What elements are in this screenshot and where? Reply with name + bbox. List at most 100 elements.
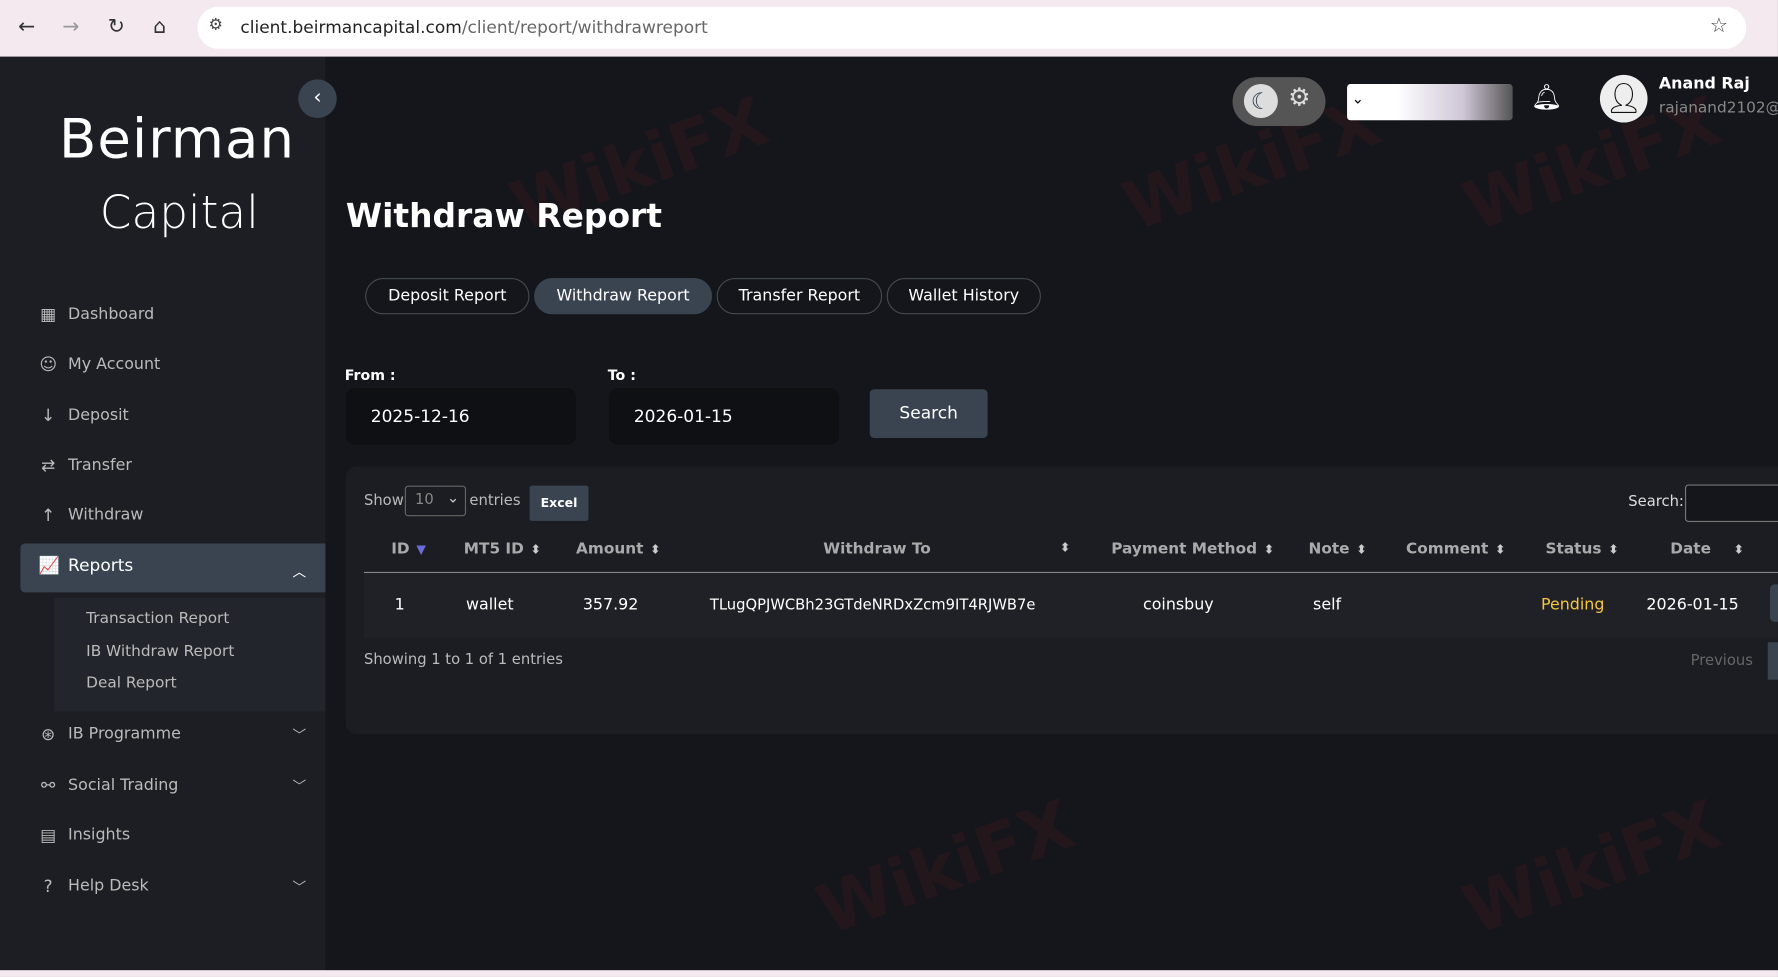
sort-icon: ⬍ [1608,542,1619,558]
tab-withdraw-report[interactable]: Withdraw Report [534,278,713,315]
sort-icon: ⬍ [1263,542,1275,558]
tab-deposit-report[interactable]: Deposit Report [365,278,530,315]
submenu-ib-withdraw-report[interactable]: IB Withdraw Report [86,642,234,660]
to-date-input[interactable]: 2026-01-15 [608,388,840,445]
sidebar-item-insights[interactable]: ▤ Insights [39,825,311,845]
entries-label: entries [469,492,521,510]
label: Note [1308,540,1350,559]
row-action-button[interactable] [1770,584,1778,622]
label: Amount [576,540,644,559]
logo-subtitle: Capital [99,187,259,240]
search-button[interactable]: Search [869,389,988,438]
sidebar-item-reports[interactable]: 📈 Reports ︿ [38,554,311,580]
cell-id: 1 [394,595,405,614]
cell-note: self [1313,595,1342,614]
cell-date: 2026-01-15 [1646,595,1739,614]
sort-icon: ⬍ [1356,542,1367,558]
url-path: /client/report/withdrawreport [461,17,708,38]
entries-select[interactable]: 10 ⌄ [404,485,467,517]
bookmark-star-icon[interactable]: ☆ [1710,14,1728,38]
sort-icon: ⬍ [1733,542,1745,558]
user-icon: ☺ [39,354,58,375]
col-mt5-id[interactable]: MT5 ID ⬍ [464,540,541,558]
label: Date [1670,540,1711,559]
sidebar-item-withdraw[interactable]: ↑ Withdraw [39,505,311,525]
home-icon[interactable]: ⌂ [153,15,166,39]
moon-icon: ☾ [1243,83,1278,119]
tab-transfer-report[interactable]: Transfer Report [716,278,883,315]
arrow-down-icon: ↓ [41,405,56,426]
forward-icon[interactable]: → [62,15,79,39]
submenu-transaction-report[interactable]: Transaction Report [86,609,229,627]
chevron-down-icon: ⌄ [1351,90,1364,108]
collapse-sidebar-button[interactable]: ‹ [298,79,337,119]
sort-desc-icon: ▼ [416,542,427,558]
chevron-up-icon: ︿ [292,563,307,580]
sidebar-item-ib-programme[interactable]: ⊛ IB Programme ﹀ [39,724,311,744]
col-payment-method[interactable]: Payment Method ⬍ [1111,540,1274,558]
chevron-down-icon: ﹀ [292,777,307,794]
status-badge: Pending [1540,595,1605,614]
chevron-down-icon: ﹀ [292,726,307,743]
label: Comment [1406,540,1489,559]
col-withdraw-to[interactable]: Withdraw To ⬍ [823,540,1070,558]
help-icon: ? [43,875,53,897]
label: Status [1545,540,1602,559]
label: IB Programme [68,725,181,744]
entries-value: 10 [415,491,434,509]
account-select[interactable]: ⌄ [1347,83,1513,121]
chevron-down-icon: ﹀ [292,878,307,895]
site-info-icon[interactable]: ⚙ [209,16,223,34]
avatar[interactable]: 👤︎ [1599,74,1648,123]
label: Reports [68,554,134,576]
label: Transfer [68,456,132,475]
table-search-input[interactable] [1684,484,1778,522]
label: Social Trading [68,776,179,795]
excel-export-button[interactable]: Excel [529,485,589,521]
submenu-deal-report[interactable]: Deal Report [86,674,176,692]
address-bar[interactable]: ⚙ client.beirmancapital.com/client/repor… [197,6,1747,49]
back-icon[interactable]: ← [18,15,35,39]
browser-toolbar: ← → ↻ ⌂ ⚙ client.beirmancapital.com/clie… [0,0,1778,57]
sort-icon: ⬍ [530,542,542,558]
label: Dashboard [68,305,155,324]
cell-amount: 357.92 [582,595,639,614]
transfer-icon: ⇄ [41,455,56,476]
label: MT5 ID [463,540,524,559]
sidebar-item-my-account[interactable]: ☺ My Account [39,354,311,374]
show-label: Show [363,492,404,510]
col-amount[interactable]: Amount ⬍ [576,540,661,558]
cell-withdraw-to: TLugQPJWCBh23GTdeNRDxZcm9IT4RJWB7e [709,596,1036,614]
sidebar-item-help-desk[interactable]: ? Help Desk ﹀ [39,876,311,896]
table-info: Showing 1 to 1 of 1 entries [363,651,563,669]
sidebar-item-dashboard[interactable]: ▦ Dashboard [39,304,311,324]
reload-icon[interactable]: ↻ [108,15,125,39]
from-date-input[interactable]: 2025-12-16 [345,388,577,445]
page-button[interactable] [1767,642,1778,680]
sidebar-item-transfer[interactable]: ⇄ Transfer [39,455,311,475]
col-id[interactable]: ID ▼ [391,540,426,558]
watermark: WikiFX [1453,785,1731,951]
sort-icon: ⬍ [650,542,661,558]
ball-icon: ⊛ [41,723,56,745]
news-icon: ▤ [40,824,57,846]
col-date[interactable]: Date ⬍ [1670,540,1744,558]
theme-toggle[interactable]: ☾ ⚙ [1232,77,1326,126]
col-status[interactable]: Status ⬍ [1546,540,1619,558]
bell-icon[interactable]: 🔔︎ [1531,84,1563,112]
page-title: Withdraw Report [345,196,662,235]
arrow-up-icon: ↑ [41,504,56,526]
watermark: WikiFX [807,785,1085,951]
chart-icon: 📈 [38,554,60,576]
sort-icon: ⬍ [1059,540,1071,555]
sidebar-item-deposit[interactable]: ↓ Deposit [39,405,311,425]
sort-icon: ⬍ [1495,542,1506,558]
previous-page-button[interactable]: Previous [1691,652,1753,669]
cell-payment-method: coinsbuy [1142,595,1214,614]
col-note[interactable]: Note ⬍ [1309,540,1367,558]
tab-wallet-history[interactable]: Wallet History [886,278,1041,315]
col-comment[interactable]: Comment ⬍ [1406,540,1506,558]
url-domain: client.beirmancapital.com [240,17,462,38]
sidebar-item-social-trading[interactable]: ⚯ Social Trading ﹀ [39,775,311,795]
network-icon: ⚯ [41,775,56,796]
